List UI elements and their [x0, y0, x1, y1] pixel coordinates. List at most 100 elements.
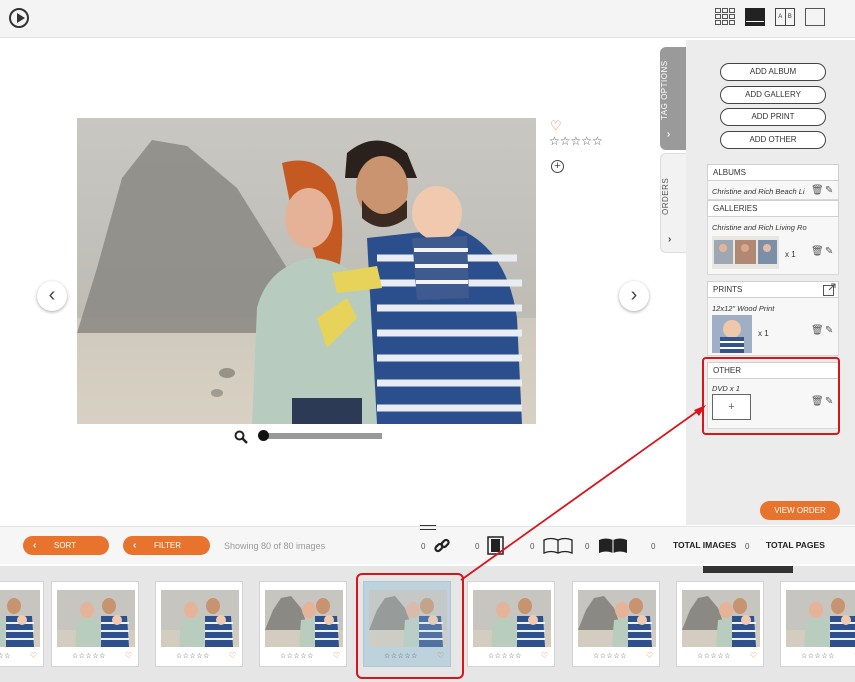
top-bar: A B [0, 0, 855, 38]
open-book-outline-icon[interactable] [543, 537, 573, 559]
ab-letter-b: B [787, 14, 792, 20]
sort-button-label: SORT [54, 541, 77, 550]
thumbnail-star-rating[interactable]: ☆☆☆☆☆ [72, 652, 106, 660]
chevron-left-icon: ‹ [133, 540, 137, 551]
main-photo [77, 118, 536, 424]
view-order-button[interactable]: VIEW ORDER [760, 501, 840, 520]
thumbnail-star-rating[interactable]: ☆☆☆☆☆ [593, 652, 627, 660]
gallery-item-name[interactable]: Christine and Rich Living Ro [712, 223, 814, 232]
favorite-heart-icon[interactable]: ♡ [550, 118, 562, 134]
add-gallery-button[interactable]: ADD GALLERY [720, 86, 826, 104]
trash-icon[interactable]: 🗑 [811, 325, 824, 336]
thumbnail-star-rating[interactable]: ☆☆☆☆☆ [488, 652, 522, 660]
thumbnail-image [57, 590, 135, 647]
filmstrip-thumbnail[interactable]: ☆☆☆☆☆ ♡ [0, 581, 44, 667]
single-view-icon[interactable] [805, 8, 825, 26]
print-item-name[interactable]: 12x12" Wood Print [712, 304, 812, 313]
thumbnail-star-rating[interactable]: ☆☆☆☆☆ [801, 652, 835, 660]
orders-panel: ADD ALBUM ADD GALLERY ADD PRINT ADD OTHE… [686, 40, 855, 525]
thumbnail-star-rating[interactable]: ☆☆☆☆☆ [0, 652, 11, 660]
view-mode-switcher: A B [715, 8, 825, 26]
add-to-icon[interactable]: + [551, 160, 564, 173]
zoom-slider-track[interactable] [262, 433, 382, 439]
chevron-left-icon: ‹ [33, 540, 37, 551]
thumbnail-image [578, 590, 656, 647]
tab-orders-label: ORDERS [661, 177, 670, 216]
filmstrip-toolbar: ‹ SORT ‹ FILTER Showing 80 of 80 images … [0, 525, 855, 564]
ab-letter-a: A [776, 9, 786, 25]
total-pages-count: 0 [745, 542, 750, 551]
album-count: 0 [585, 542, 590, 551]
zoom-search-icon [234, 430, 248, 449]
print-quantity: x 1 [758, 329, 769, 338]
app-window: A B ‹ › ♡ ☆☆☆☆☆ + TAG OPTIONS › ORDERS ›… [0, 0, 855, 682]
gallery-quantity: x 1 [785, 250, 796, 259]
pencil-icon[interactable]: ✎ [825, 246, 833, 257]
spread-count: 0 [530, 542, 535, 551]
tab-orders[interactable]: ORDERS › [660, 153, 686, 253]
add-print-button[interactable]: ADD PRINT [720, 108, 826, 126]
single-page-icon[interactable] [487, 536, 505, 560]
zoom-slider-handle[interactable] [258, 430, 269, 441]
highlight-other-section [702, 357, 840, 435]
pencil-icon[interactable]: ✎ [825, 325, 833, 336]
tab-tag-options[interactable]: TAG OPTIONS › [660, 47, 686, 150]
grid-view-icon[interactable] [715, 8, 735, 26]
filmstrip-thumbnail[interactable]: ☆☆☆☆☆ ♡ [467, 581, 555, 667]
filmstrip-thumbnail[interactable]: ☆☆☆☆☆ ♡ [155, 581, 243, 667]
next-image-button[interactable]: › [619, 281, 649, 311]
total-images-count: 0 [651, 542, 656, 551]
link-count: 0 [421, 542, 426, 551]
drag-handle-icon[interactable] [420, 525, 436, 530]
trash-icon[interactable]: 🗑 [811, 185, 824, 196]
open-book-filled-icon[interactable] [598, 537, 628, 559]
spread-view-icon[interactable] [745, 8, 765, 26]
filter-button-label: FILTER [154, 541, 181, 550]
thumbnail-image [161, 590, 239, 647]
thumbnail-image [0, 590, 40, 647]
thumbnail-heart-icon[interactable]: ♡ [750, 651, 757, 660]
thumbnail-heart-icon[interactable]: ♡ [30, 651, 37, 660]
total-images-label: TOTAL IMAGES [673, 540, 737, 550]
ab-compare-icon[interactable]: A B [775, 8, 795, 26]
thumbnail-star-rating[interactable]: ☆☆☆☆☆ [280, 652, 314, 660]
previous-image-button[interactable]: ‹ [37, 281, 67, 311]
galleries-header: GALLERIES [707, 200, 839, 217]
single-page-count: 0 [475, 542, 480, 551]
link-icon[interactable] [433, 537, 451, 560]
thumbnail-heart-icon[interactable]: ♡ [646, 651, 653, 660]
filmstrip-thumbnail[interactable]: ☆☆☆☆☆ ♡ [51, 581, 139, 667]
thumbnail-heart-icon[interactable]: ♡ [125, 651, 132, 660]
gallery-thumbnail [712, 236, 779, 269]
albums-header: ALBUMS [707, 164, 839, 181]
chevron-right-icon: › [667, 129, 671, 140]
thumbnail-heart-icon[interactable]: ♡ [333, 651, 340, 660]
prints-header: PRINTS [707, 281, 839, 298]
thumbnail-heart-icon[interactable]: ♡ [541, 651, 548, 660]
filmstrip-thumbnail[interactable]: ☆☆☆☆☆♡ [780, 581, 855, 667]
sort-button[interactable]: ‹ SORT [23, 536, 109, 555]
star-rating[interactable]: ☆☆☆☆☆ [549, 134, 603, 148]
filmstrip-thumbnail[interactable]: ☆☆☆☆☆ ♡ [572, 581, 660, 667]
play-slideshow-icon[interactable] [9, 8, 29, 28]
thumbnail-image [786, 590, 855, 647]
thumbnail-image [682, 590, 760, 647]
thumbnail-image [473, 590, 551, 647]
thumbnail-star-rating[interactable]: ☆☆☆☆☆ [697, 652, 731, 660]
thumbnail-star-rating[interactable]: ☆☆☆☆☆ [176, 652, 210, 660]
filmstrip-scroll-indicator[interactable] [703, 566, 793, 573]
add-other-button[interactable]: ADD OTHER [720, 131, 826, 149]
total-pages-label: TOTAL PAGES [766, 540, 825, 550]
filter-button[interactable]: ‹ FILTER [123, 536, 210, 555]
highlight-selected-thumbnail [356, 573, 464, 679]
pencil-icon[interactable]: ✎ [825, 185, 833, 196]
filmstrip-thumbnail[interactable]: ☆☆☆☆☆ ♡ [676, 581, 764, 667]
thumbnail-image [265, 590, 343, 647]
thumbnail-heart-icon[interactable]: ♡ [229, 651, 236, 660]
print-thumbnail [712, 315, 752, 353]
tab-tag-options-label: TAG OPTIONS [660, 60, 669, 120]
album-item-name[interactable]: Christine and Rich Beach Li [712, 187, 810, 196]
add-album-button[interactable]: ADD ALBUM [720, 63, 826, 81]
filmstrip-thumbnail[interactable]: ☆☆☆☆☆ ♡ [259, 581, 347, 667]
trash-icon[interactable]: 🗑 [811, 246, 824, 257]
